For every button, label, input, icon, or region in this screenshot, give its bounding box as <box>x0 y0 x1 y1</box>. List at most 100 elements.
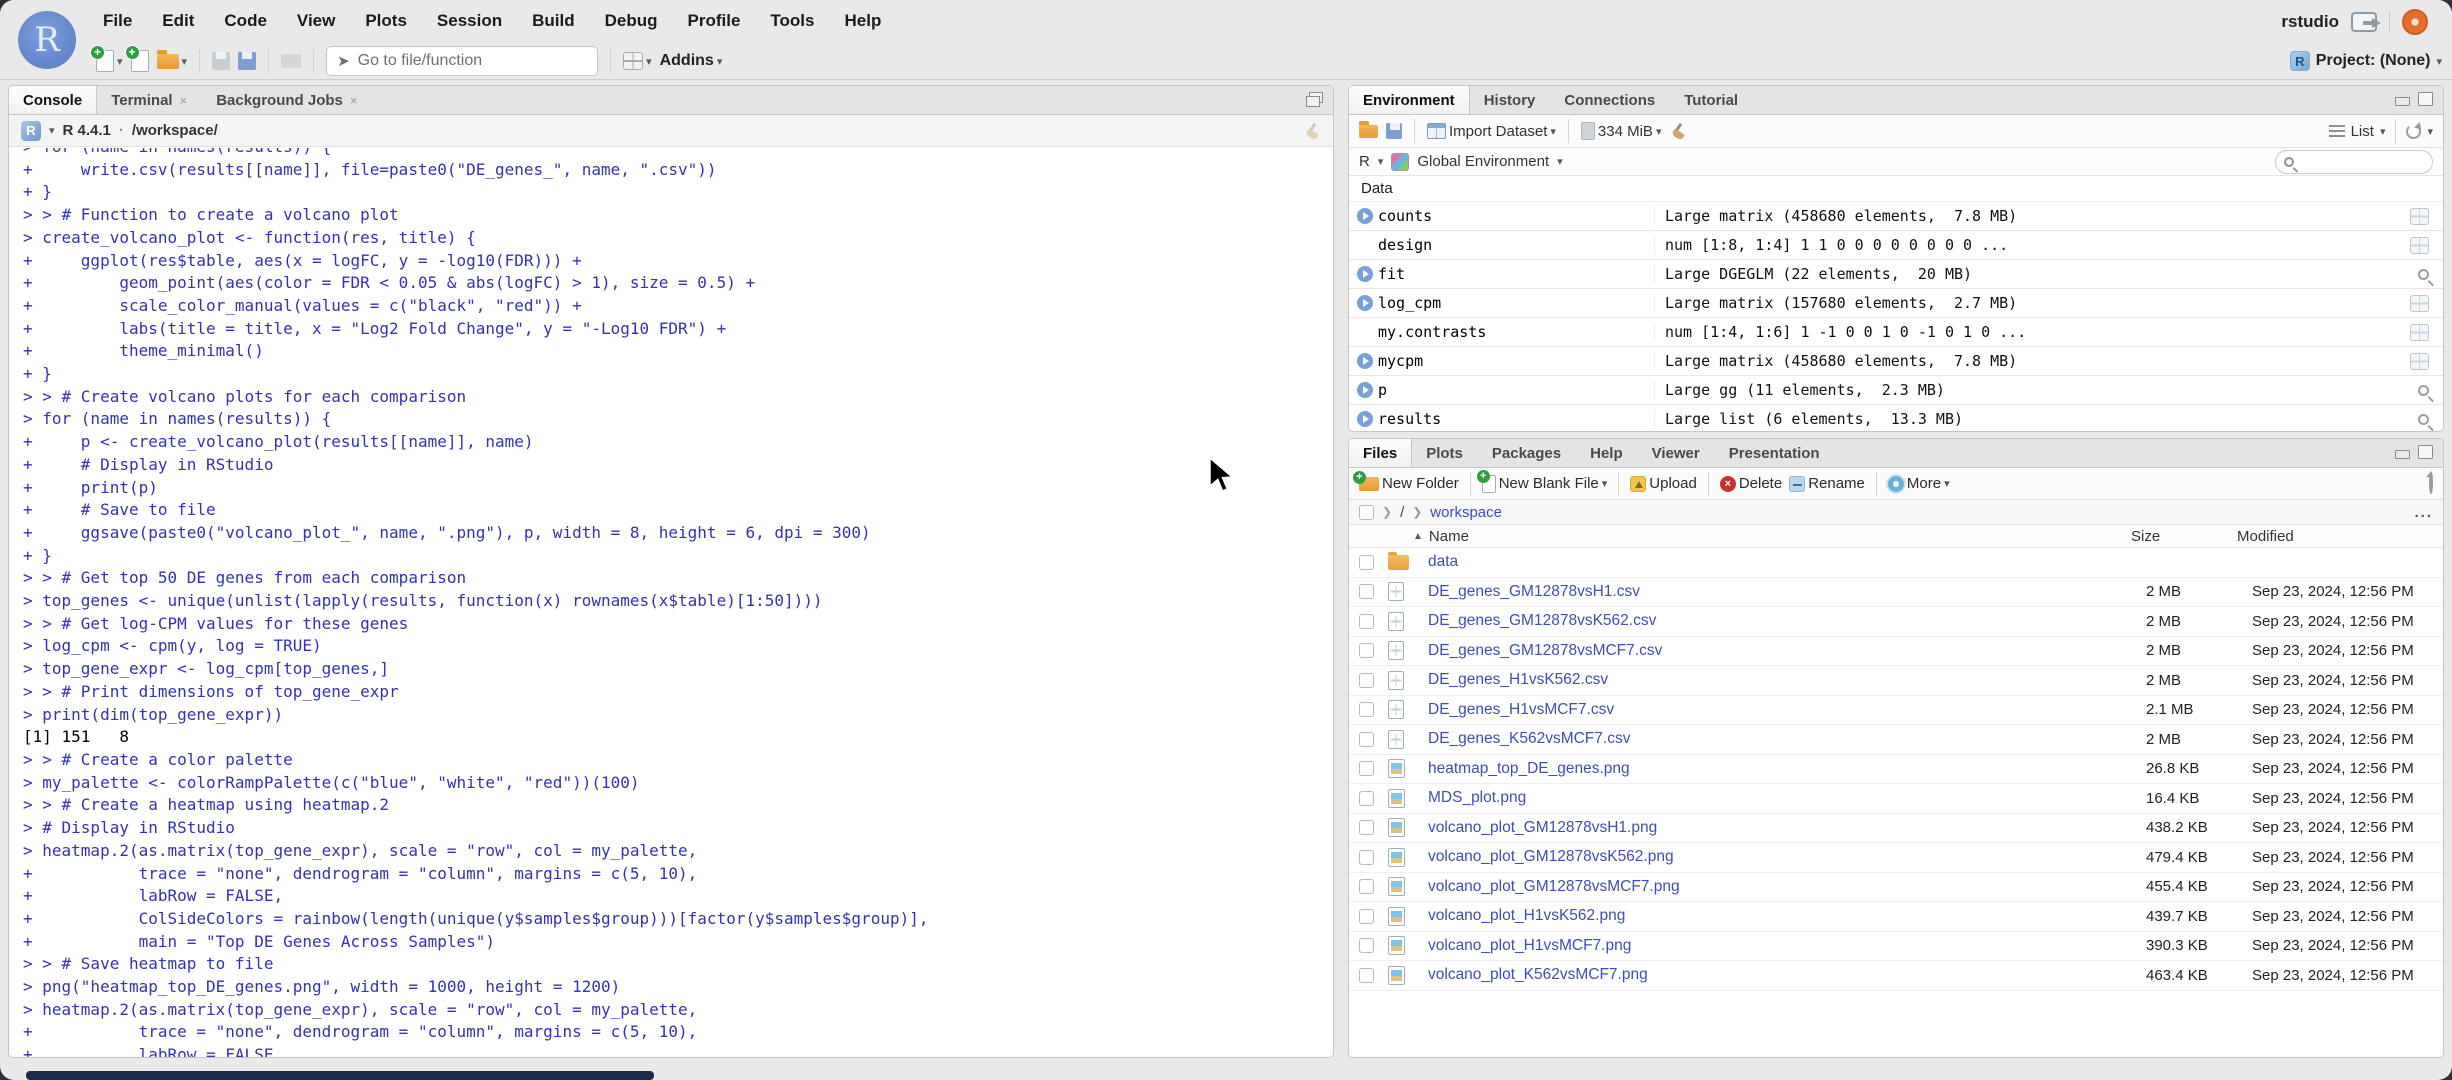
environment-object-row[interactable]: p Large gg (11 elements, 2.3 MB) <box>1349 376 2443 405</box>
menu-tools[interactable]: Tools <box>757 7 827 35</box>
expand-arrow-icon[interactable] <box>1357 295 1373 311</box>
sort-arrow-icon[interactable]: ▲ <box>1413 531 1423 542</box>
inspect-object-icon[interactable] <box>2418 413 2429 425</box>
open-file-button[interactable]: ▾ <box>156 49 188 69</box>
load-workspace-icon[interactable] <box>1359 120 1378 138</box>
close-icon[interactable]: × <box>350 93 358 108</box>
file-checkbox[interactable] <box>1359 672 1374 688</box>
view-table-icon[interactable] <box>2410 236 2429 254</box>
file-checkbox[interactable] <box>1359 584 1374 600</box>
environment-tab-tutorial[interactable]: Tutorial <box>1670 86 1753 114</box>
environment-tab-connections[interactable]: Connections <box>1550 86 1670 114</box>
column-header-modified[interactable]: Modified <box>2237 528 2294 545</box>
new-folder-button[interactable]: New Folder <box>1353 470 1459 492</box>
file-name-link[interactable]: volcano_plot_K562vsMCF7.png <box>1428 966 2146 984</box>
file-name-link[interactable]: volcano_plot_GM12878vsMCF7.png <box>1428 878 2146 896</box>
environment-object-row[interactable]: counts Large matrix (458680 elements, 7.8… <box>1349 202 2443 231</box>
file-name-link[interactable]: volcano_plot_H1vsMCF7.png <box>1428 937 2146 955</box>
menu-plots[interactable]: Plots <box>352 7 420 35</box>
file-name-link[interactable]: heatmap_top_DE_genes.png <box>1428 760 2146 778</box>
addins-button[interactable]: Addins ▾ <box>660 52 723 70</box>
environment-object-row[interactable]: mycpm Large matrix (458680 elements, 7.8 … <box>1349 347 2443 376</box>
view-table-icon[interactable] <box>2410 294 2429 312</box>
menu-view[interactable]: View <box>284 7 348 35</box>
save-workspace-icon[interactable] <box>1386 123 1402 139</box>
chevron-down-icon[interactable]: ▾ <box>2436 55 2442 68</box>
file-name-link[interactable]: DE_genes_GM12878vsMCF7.csv <box>1428 642 2146 660</box>
menu-edit[interactable]: Edit <box>149 7 207 35</box>
table-row[interactable]: volcano_plot_K562vsMCF7.png 463.4 KB Sep 2… <box>1349 961 2443 991</box>
chevron-down-icon[interactable]: ▾ <box>49 124 55 137</box>
chevron-down-icon[interactable]: ▾ <box>182 55 188 68</box>
files-tab-files[interactable]: Files <box>1349 439 1413 467</box>
environment-tab-history[interactable]: History <box>1470 86 1551 114</box>
expand-arrow-icon[interactable] <box>1357 411 1373 427</box>
refresh-icon[interactable] <box>2429 472 2433 494</box>
table-row[interactable]: volcano_plot_GM12878vsK562.png 479.4 KB Se… <box>1349 843 2443 873</box>
files-tab-presentation[interactable]: Presentation <box>1715 439 1835 467</box>
chevron-down-icon[interactable]: ▾ <box>2380 125 2386 138</box>
column-header-size[interactable]: Size <box>2131 528 2237 545</box>
table-row[interactable]: DE_genes_GM12878vsMCF7.csv 2 MB Sep 23, 20… <box>1349 637 2443 666</box>
breadcrumb-root[interactable]: / <box>1400 504 1404 521</box>
breadcrumb-more-button[interactable]: ... <box>2414 504 2433 521</box>
file-name-link[interactable]: MDS_plot.png <box>1428 789 2146 807</box>
expand-arrow-icon[interactable] <box>1357 353 1373 369</box>
save-all-button[interactable] <box>238 52 257 70</box>
chevron-down-icon[interactable]: ▾ <box>2427 125 2433 138</box>
inspect-object-icon[interactable] <box>2418 384 2429 396</box>
table-row[interactable]: DE_genes_GM12878vsK562.csv 2 MB Sep 23, 20… <box>1349 607 2443 637</box>
column-header-name[interactable]: Name <box>1429 528 1469 545</box>
console-tab-console[interactable]: Console <box>9 86 98 114</box>
file-name-link[interactable]: DE_genes_H1vsMCF7.csv <box>1428 701 2146 719</box>
files-tab-packages[interactable]: Packages <box>1478 439 1576 467</box>
view-table-icon[interactable] <box>2410 323 2429 341</box>
table-row[interactable]: DE_genes_H1vsMCF7.csv 2.1 MB Sep 23, 2024,… <box>1349 696 2443 725</box>
console-output[interactable]: > for (name in names(results)) {+ write.… <box>9 148 1333 1057</box>
environment-search[interactable] <box>2275 149 2433 174</box>
table-row[interactable]: data <box>1349 548 2443 578</box>
file-name-link[interactable]: DE_genes_K562vsMCF7.csv <box>1428 730 2146 748</box>
file-name-link[interactable]: volcano_plot_GM12878vsK562.png <box>1428 848 2146 866</box>
more-button[interactable]: More ▾ <box>1887 475 1950 492</box>
file-name-link[interactable]: data <box>1428 553 2146 571</box>
new-project-button[interactable]: + <box>124 45 149 72</box>
expand-arrow-icon[interactable] <box>1357 208 1373 224</box>
expand-arrow-icon[interactable] <box>1357 382 1373 398</box>
chevron-down-icon[interactable]: ▾ <box>1378 155 1384 168</box>
table-row[interactable]: volcano_plot_H1vsMCF7.png 390.3 KB Sep 23,… <box>1349 932 2443 961</box>
memory-usage-button[interactable]: 334 MiB ▾ <box>1580 122 1661 140</box>
file-name-link[interactable]: volcano_plot_GM12878vsH1.png <box>1428 819 2146 837</box>
menu-debug[interactable]: Debug <box>592 7 671 35</box>
table-row[interactable]: volcano_plot_H1vsK562.png 439.7 KB Sep 23,… <box>1349 902 2443 932</box>
file-checkbox[interactable] <box>1359 554 1374 570</box>
upload-button[interactable]: Upload <box>1630 475 1697 492</box>
files-tab-help[interactable]: Help <box>1576 439 1638 467</box>
goto-file-search[interactable]: ➤ <box>326 46 599 76</box>
file-checkbox[interactable] <box>1359 908 1374 924</box>
menu-session[interactable]: Session <box>424 7 515 35</box>
language-selector[interactable]: R <box>1359 153 1370 170</box>
console-tab-background-jobs[interactable]: Background Jobs × <box>202 86 372 114</box>
environment-object-row[interactable]: fit Large DGEGLM (22 elements, 20 MB) <box>1349 260 2443 289</box>
goto-file-input[interactable] <box>357 52 588 70</box>
file-checkbox[interactable] <box>1359 643 1374 659</box>
table-row[interactable]: volcano_plot_GM12878vsH1.png 438.2 KB Sep … <box>1349 814 2443 843</box>
chevron-down-icon[interactable]: ▾ <box>1557 155 1563 168</box>
file-checkbox[interactable] <box>1359 761 1374 777</box>
rename-button[interactable]: Rename <box>1789 475 1865 492</box>
maximize-pane-icon[interactable] <box>1306 92 1323 107</box>
table-row[interactable]: MDS_plot.png 16.4 KB Sep 23, 2024, 12:56 P… <box>1349 784 2443 814</box>
new-blank-file-button[interactable]: New Blank File▾ <box>1476 469 1607 493</box>
file-checkbox[interactable] <box>1359 613 1374 629</box>
file-checkbox[interactable] <box>1359 820 1374 836</box>
file-name-link[interactable]: volcano_plot_H1vsK562.png <box>1428 907 2146 925</box>
table-row[interactable]: heatmap_top_DE_genes.png 26.8 KB Sep 23, 2… <box>1349 755 2443 784</box>
chevron-down-icon[interactable]: ▾ <box>646 55 652 68</box>
delete-button[interactable]: × Delete <box>1719 475 1782 492</box>
file-checkbox[interactable] <box>1359 938 1374 954</box>
environment-object-row[interactable]: log_cpm Large matrix (157680 elements, 2.… <box>1349 289 2443 318</box>
file-checkbox[interactable] <box>1359 731 1374 747</box>
view-table-icon[interactable] <box>2410 352 2429 370</box>
file-name-link[interactable]: DE_genes_GM12878vsH1.csv <box>1428 583 2146 601</box>
